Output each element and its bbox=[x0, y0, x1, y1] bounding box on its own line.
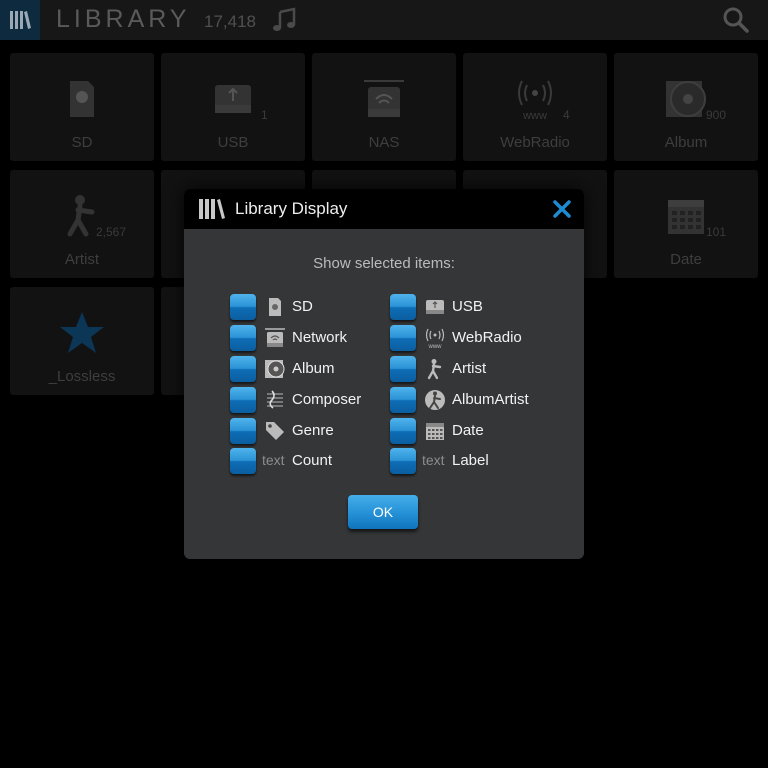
option-composer[interactable]: Composer bbox=[230, 387, 380, 413]
svg-text:www: www bbox=[522, 110, 547, 122]
option-label: Album bbox=[292, 360, 335, 377]
artist-icon bbox=[427, 359, 442, 380]
option-label: AlbumArtist bbox=[452, 391, 529, 408]
checkbox[interactable] bbox=[230, 356, 256, 382]
tile-label: SD bbox=[71, 134, 93, 151]
option-label: Count bbox=[292, 452, 333, 469]
checkbox[interactable] bbox=[230, 325, 256, 351]
option-label: Artist bbox=[452, 360, 487, 377]
album-icon bbox=[265, 360, 285, 378]
dialog-title: Library Display bbox=[235, 199, 348, 218]
text-prefix: text bbox=[422, 452, 445, 468]
header-bar: LIBRARY 17,418 bbox=[0, 0, 768, 40]
dialog-header: Library Display bbox=[184, 189, 584, 229]
option-label: Genre bbox=[292, 422, 334, 439]
checkbox[interactable] bbox=[390, 356, 416, 382]
usb-drive-icon bbox=[426, 300, 444, 314]
tile-count: 1 bbox=[261, 108, 268, 122]
option-label: USB bbox=[452, 298, 483, 315]
webradio-icon: www bbox=[518, 80, 552, 122]
library-count: 17,418 bbox=[204, 12, 256, 31]
tile-label: Date bbox=[670, 251, 702, 268]
composer-icon bbox=[267, 390, 283, 409]
webradio-icon: www bbox=[425, 328, 445, 349]
page-title: LIBRARY bbox=[56, 5, 191, 33]
option-label: Date bbox=[452, 422, 484, 439]
checkbox[interactable] bbox=[390, 387, 416, 413]
star-icon bbox=[60, 312, 104, 353]
checkbox[interactable] bbox=[390, 325, 416, 351]
option-label: Network bbox=[292, 329, 348, 346]
tile-sd[interactable]: SD bbox=[10, 53, 154, 161]
nas-icon bbox=[364, 80, 404, 117]
checkbox[interactable] bbox=[390, 294, 416, 320]
album-artist-icon bbox=[425, 390, 445, 410]
network-icon bbox=[265, 328, 285, 347]
tile-label: _Lossless bbox=[48, 368, 116, 385]
tile-webradio[interactable]: www WebRadio 4 bbox=[463, 53, 607, 161]
option-genre[interactable]: Genre bbox=[230, 418, 370, 444]
calendar-icon bbox=[668, 200, 704, 234]
option-label: Label bbox=[452, 452, 489, 469]
checkbox[interactable] bbox=[390, 418, 416, 444]
option-usb[interactable]: USB bbox=[390, 294, 550, 320]
tile-count: 900 bbox=[706, 108, 727, 122]
option-label: WebRadio bbox=[452, 329, 522, 346]
option-count[interactable]: text Count bbox=[230, 448, 370, 474]
tile-date[interactable]: Date 101 bbox=[614, 170, 758, 278]
tile-usb[interactable]: USB 1 bbox=[161, 53, 305, 161]
checkbox[interactable] bbox=[230, 448, 256, 474]
checkbox[interactable] bbox=[230, 294, 256, 320]
tile-label: Album bbox=[664, 134, 708, 151]
ok-button[interactable]: OK bbox=[348, 495, 418, 529]
option-webradio[interactable]: www WebRadio bbox=[390, 325, 550, 351]
search-icon[interactable] bbox=[722, 6, 750, 34]
option-label-item[interactable]: text Label bbox=[390, 448, 550, 474]
tile-label: USB bbox=[217, 134, 249, 151]
option-album[interactable]: Album bbox=[230, 356, 370, 382]
sd-card-icon bbox=[269, 298, 281, 316]
calendar-icon bbox=[426, 423, 444, 440]
library-books-icon bbox=[199, 199, 225, 219]
library-display-dialog: Library Display Show selected items: SD … bbox=[184, 189, 584, 559]
tile-count: 101 bbox=[706, 225, 727, 239]
option-artist[interactable]: Artist bbox=[390, 356, 550, 382]
checkbox[interactable] bbox=[230, 387, 256, 413]
tile-label: WebRadio bbox=[500, 134, 570, 151]
library-books-icon bbox=[10, 11, 31, 29]
genre-tag-icon bbox=[266, 422, 284, 440]
tile-album[interactable]: Album 900 bbox=[614, 53, 758, 161]
sd-card-icon bbox=[70, 81, 94, 117]
tile-lossless[interactable]: _Lossless bbox=[10, 287, 154, 395]
option-label: Composer bbox=[292, 391, 362, 408]
option-albumartist[interactable]: AlbumArtist bbox=[390, 387, 560, 413]
tile-nas[interactable]: NAS bbox=[312, 53, 456, 161]
tile-count: 2,567 bbox=[96, 225, 127, 239]
option-date[interactable]: Date bbox=[390, 418, 550, 444]
checkbox[interactable] bbox=[390, 448, 416, 474]
svg-text:www: www bbox=[428, 344, 443, 349]
tile-count: 4 bbox=[563, 108, 570, 122]
music-note-icon bbox=[273, 7, 296, 31]
option-sd[interactable]: SD bbox=[230, 294, 370, 320]
text-prefix: text bbox=[262, 452, 285, 468]
usb-drive-icon bbox=[215, 85, 251, 113]
dialog-subtitle: Show selected items: bbox=[313, 255, 455, 272]
album-icon bbox=[666, 81, 706, 117]
tile-artist[interactable]: Artist 2,567 bbox=[10, 170, 154, 278]
checkbox[interactable] bbox=[230, 418, 256, 444]
option-network[interactable]: Network bbox=[230, 325, 370, 351]
tile-label: NAS bbox=[368, 134, 400, 151]
tile-label: Artist bbox=[64, 251, 100, 268]
option-label: SD bbox=[292, 298, 313, 315]
close-icon[interactable] bbox=[550, 197, 574, 221]
library-menu-button[interactable] bbox=[0, 0, 40, 40]
